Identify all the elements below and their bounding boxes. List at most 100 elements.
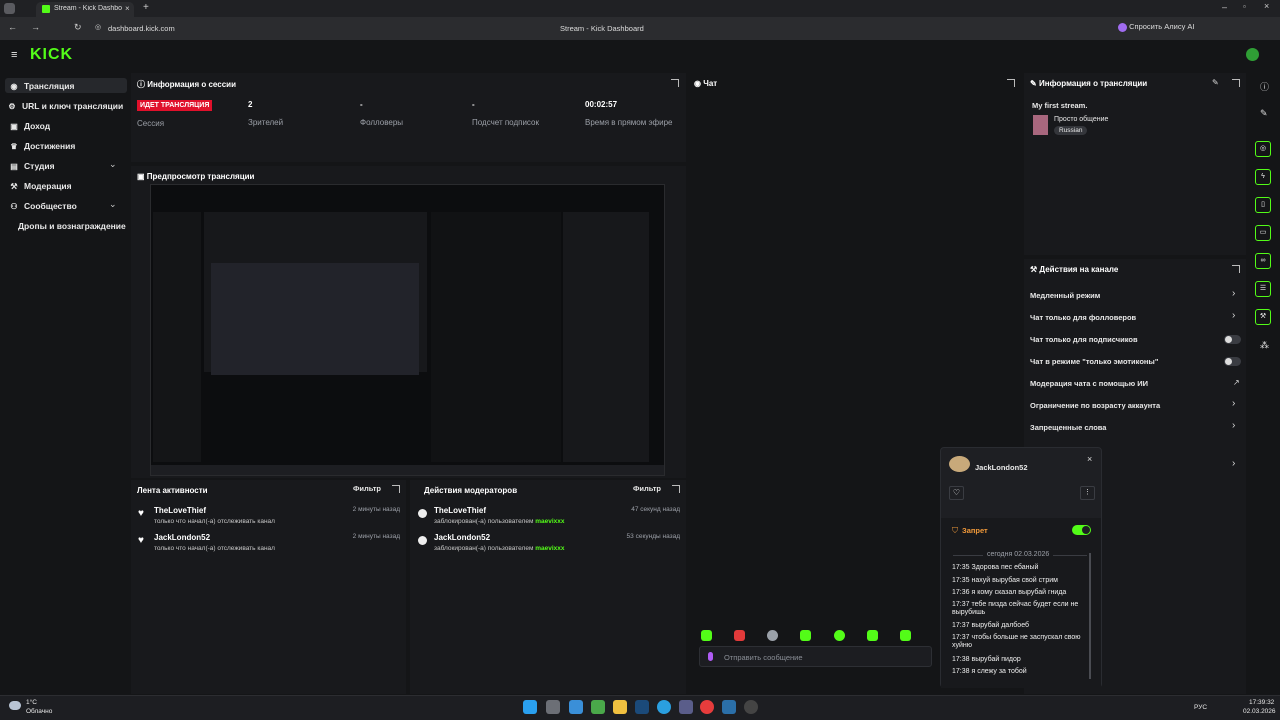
stat-followers: - Фолловеры — [360, 100, 404, 127]
kick-logo[interactable]: KICK — [30, 46, 73, 64]
expand-icon[interactable] — [1232, 79, 1240, 87]
rail-chat-button[interactable]: ▭ — [1255, 225, 1271, 241]
emote-icon[interactable] — [734, 630, 745, 641]
date-divider-label: сегодня 02.03.2026 — [983, 551, 1054, 558]
preview-video[interactable] — [150, 184, 665, 476]
weather-temp: 1°C — [26, 699, 37, 706]
sidebar-item-achievements[interactable]: ♛ Достижения — [10, 141, 75, 151]
mic-icon[interactable] — [708, 652, 713, 661]
url-field[interactable]: dashboard.kick.com — [108, 24, 175, 33]
app-icon[interactable] — [591, 700, 605, 714]
pencil-icon: ✎ — [1030, 79, 1039, 88]
action-ai-moderation[interactable]: Модерация чата с помощью ИИ — [1030, 379, 1148, 388]
ask-ai-button[interactable]: Спросить Алису AI — [1118, 22, 1195, 32]
file-explorer-icon[interactable] — [613, 700, 627, 714]
expand-icon[interactable] — [671, 79, 679, 87]
maximize-icon[interactable]: ▫ — [1243, 2, 1246, 11]
chat-history-message: 17:36 я кому сказал вырубай гнида — [952, 589, 1067, 596]
language-tag: Russian — [1054, 126, 1088, 135]
rail-link-button[interactable]: ∞ — [1255, 253, 1271, 269]
emote-icon[interactable] — [867, 630, 878, 641]
subscribers-only-toggle[interactable] — [1224, 335, 1241, 344]
edit-icon[interactable]: ✎ — [1212, 78, 1219, 87]
taskview-icon[interactable] — [546, 700, 560, 714]
back-icon[interactable]: ← — [8, 22, 17, 32]
chevron-right-icon[interactable]: › — [1232, 458, 1235, 469]
sidebar-item-url-key[interactable]: ⚙ URL и ключ трансляции — [8, 101, 123, 111]
ban-toggle[interactable] — [1072, 525, 1091, 535]
preview-nested-sidebar — [153, 212, 201, 462]
clock-date[interactable]: 02.03.2026 — [1243, 708, 1276, 715]
expand-icon[interactable] — [1232, 265, 1240, 273]
close-icon[interactable]: × — [1087, 454, 1092, 464]
app-icon[interactable] — [679, 700, 693, 714]
new-tab-icon[interactable]: + — [143, 2, 149, 13]
action-subscribers-only: Чат только для подписчиков — [1030, 335, 1138, 344]
menu-icon[interactable]: ≡ — [11, 49, 17, 61]
emote-icon[interactable] — [767, 630, 778, 641]
more-options-button[interactable]: ⋮ — [1080, 486, 1095, 500]
emote-icon[interactable] — [834, 630, 845, 641]
mod-action-row[interactable]: JackLondon52 заблокирован(-а) пользовател… — [418, 533, 680, 552]
reload-icon[interactable]: ↻ — [74, 22, 82, 33]
sidebar-item-studio[interactable]: ▤ Студия — [10, 161, 54, 171]
window-title: Stream - Kick Dashboard — [560, 24, 644, 33]
clock-time[interactable]: 17:39:32 — [1249, 699, 1274, 706]
action-account-age[interactable]: Ограничение по возрасту аккаунта — [1030, 401, 1160, 410]
stream-title: My first stream. — [1032, 101, 1088, 110]
filter-button[interactable]: Фильтр — [353, 484, 381, 493]
action-followers-only[interactable]: Чат только для фолловеров — [1030, 313, 1136, 322]
info-icon[interactable]: ⓘ — [1260, 80, 1269, 93]
tab-title: Stream - Kick Dashboard — [54, 5, 122, 12]
chevron-right-icon[interactable]: › — [1232, 310, 1235, 321]
sidebar-item-community[interactable]: ⚇ Сообщество — [10, 201, 76, 211]
tab-close-icon[interactable]: × — [125, 4, 130, 13]
browser-menu-icon[interactable] — [4, 3, 15, 14]
action-slow-mode[interactable]: Медленный режим — [1030, 291, 1100, 300]
sidebar-item-stream[interactable]: ◉ Трансляция — [10, 81, 75, 91]
expand-icon[interactable] — [1007, 79, 1015, 87]
rail-stack-button[interactable]: ☰ — [1255, 281, 1271, 297]
app-icon[interactable] — [722, 700, 736, 714]
yandex-browser-icon[interactable] — [700, 700, 714, 714]
sidebar-item-drops[interactable]: Дропы и вознаграждение — [18, 221, 126, 231]
chevron-right-icon[interactable]: › — [1232, 420, 1235, 431]
user-avatar[interactable] — [1246, 48, 1259, 61]
sidebar-item-moderation[interactable]: ⚒ Модерация — [10, 181, 71, 191]
emote-icon[interactable] — [900, 630, 911, 641]
language-indicator[interactable]: РУС — [1194, 704, 1207, 711]
chevron-right-icon[interactable]: › — [1232, 398, 1235, 409]
action-banned-words[interactable]: Запрещенные слова — [1030, 423, 1106, 432]
rail-notes-button[interactable]: ▯ — [1255, 197, 1271, 213]
obs-icon[interactable] — [744, 700, 758, 714]
sidebar-item-income[interactable]: ▣ Доход — [10, 121, 50, 131]
chat-input[interactable]: Отправить сообщение — [699, 646, 932, 667]
filter-button[interactable]: Фильтр — [633, 484, 661, 493]
emote-icon[interactable] — [800, 630, 811, 641]
follow-heart-button[interactable]: ♡ — [949, 486, 964, 500]
rail-share-icon[interactable]: ⁂ — [1260, 340, 1269, 351]
expand-icon[interactable] — [672, 485, 680, 493]
steam-icon[interactable] — [635, 700, 649, 714]
defender-icon[interactable] — [569, 700, 583, 714]
pencil-icon[interactable]: ✎ — [1260, 108, 1268, 119]
emote-icon[interactable] — [701, 630, 712, 641]
expand-icon[interactable] — [392, 485, 400, 493]
rail-bolt-button[interactable]: ϟ — [1255, 169, 1271, 185]
tab-active[interactable]: Stream - Kick Dashboard × — [36, 2, 134, 17]
activity-row[interactable]: ♥ JackLondon52 только что начал(-а) отсле… — [138, 533, 400, 552]
close-window-icon[interactable]: × — [1264, 1, 1269, 11]
chevron-down-icon[interactable]: ⌄ — [109, 199, 117, 210]
forward-icon[interactable]: → — [31, 22, 40, 32]
chevron-right-icon[interactable]: › — [1232, 288, 1235, 299]
emotes-only-toggle[interactable] — [1224, 357, 1241, 366]
rail-focus-button[interactable]: ◎ — [1255, 141, 1271, 157]
windows-start-icon[interactable] — [523, 700, 537, 714]
chevron-down-icon[interactable]: ⌄ — [109, 159, 117, 170]
activity-row[interactable]: ♥ TheLoveThief только что начал(-а) отсле… — [138, 506, 400, 525]
minimize-icon[interactable]: – — [1222, 2, 1227, 12]
telegram-icon[interactable] — [657, 700, 671, 714]
rail-tool-button[interactable]: ⚒ — [1255, 309, 1271, 325]
mod-action-row[interactable]: TheLoveThief заблокирован(-а) пользовател… — [418, 506, 680, 525]
external-link-icon[interactable]: ↗ — [1233, 378, 1240, 387]
